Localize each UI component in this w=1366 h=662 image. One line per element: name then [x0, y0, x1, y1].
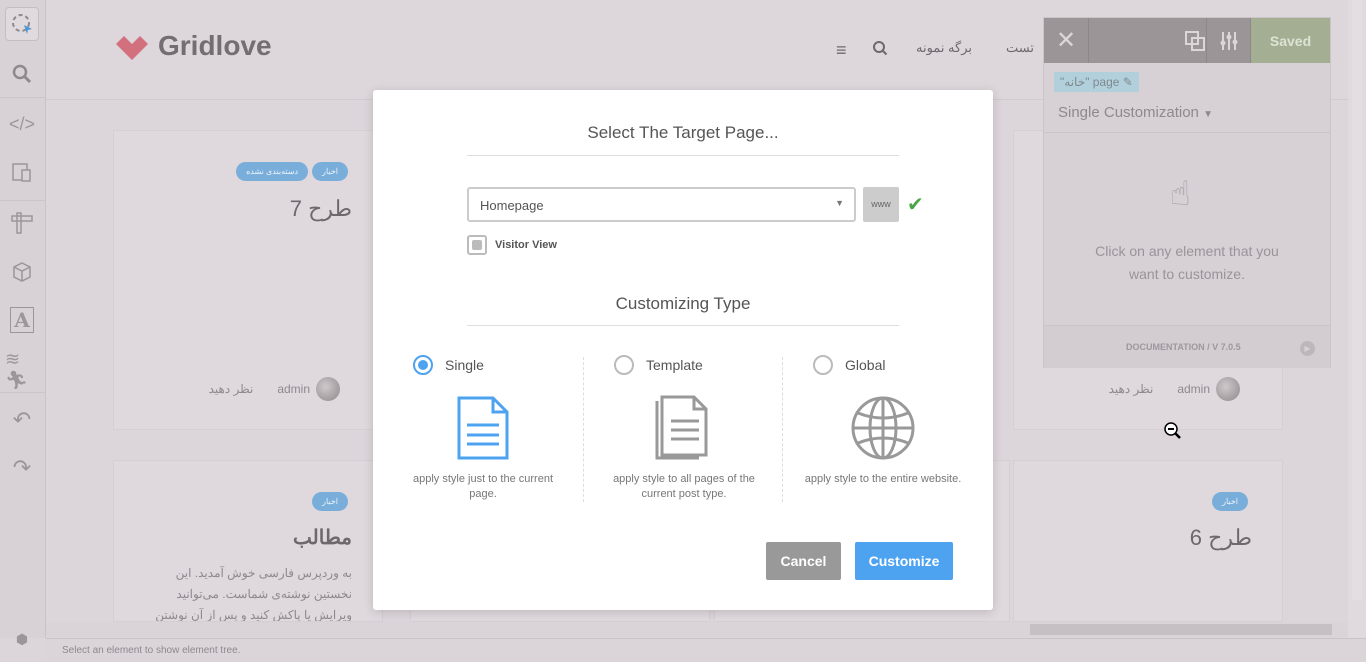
close-icon[interactable]: ✕: [1044, 18, 1089, 63]
tag[interactable]: اخبار: [312, 492, 348, 511]
tag[interactable]: دسته‌بندی نشده: [236, 162, 309, 181]
code-icon[interactable]: </>: [5, 107, 39, 141]
saved-button[interactable]: Saved: [1251, 18, 1330, 63]
tag-list: اخبار: [308, 491, 348, 511]
box-icon[interactable]: [5, 255, 39, 289]
tag[interactable]: اخبار: [312, 162, 348, 181]
page-select-value: Homepage: [480, 198, 544, 213]
page-badge[interactable]: "خانه" page ✎: [1054, 72, 1139, 92]
visitor-view-checkbox[interactable]: [467, 235, 487, 255]
www-button[interactable]: www: [863, 187, 899, 222]
vertical-scrollbar[interactable]: [1348, 0, 1366, 638]
status-bar: Select an element to show element tree.: [46, 638, 1366, 662]
author-link[interactable]: admin: [277, 382, 310, 396]
panel-hint: Click on any element that you want to cu…: [1095, 243, 1279, 282]
target-page-dialog: Select The Target Page... Homepage ▼ www…: [373, 90, 993, 610]
post-title[interactable]: طرح 7: [290, 196, 352, 222]
option-desc: apply style to the entire website.: [804, 473, 962, 485]
caret-down-icon: ▼: [1203, 109, 1213, 120]
logo-text: Gridlove: [158, 30, 272, 61]
undo-icon[interactable]: ↶: [5, 403, 39, 437]
template-radio[interactable]: [614, 355, 634, 375]
page-badge-text: "خانه" page: [1060, 75, 1120, 89]
caret-down-icon: ▼: [835, 198, 844, 208]
nav-sample-page[interactable]: برگه نمونه: [916, 40, 972, 56]
avatar: [316, 377, 340, 401]
mode-dropdown[interactable]: Single Customization ▼: [1058, 104, 1213, 121]
check-icon: ✔: [907, 194, 924, 216]
ruler-icon[interactable]: [5, 206, 39, 240]
settings-sliders-icon[interactable]: [1206, 18, 1251, 63]
mode-label: Single Customization: [1058, 104, 1199, 121]
comment-link[interactable]: نظر دهید: [1109, 382, 1154, 396]
page-select[interactable]: Homepage ▼: [467, 187, 856, 222]
search-icon[interactable]: [5, 57, 39, 91]
avatar: [1216, 377, 1240, 401]
option-label: Global: [845, 357, 886, 373]
post-meta: نظر دهید admin: [1109, 377, 1240, 401]
author-link[interactable]: admin: [1177, 382, 1210, 396]
animation-icon[interactable]: ≋🏃︎: [5, 349, 39, 390]
play-icon[interactable]: ▶: [1300, 341, 1315, 356]
status-text: Select an element to show element tree.: [62, 645, 241, 656]
search-icon[interactable]: [872, 40, 888, 59]
menu-icon[interactable]: ≡: [836, 40, 847, 61]
post-card[interactable]: اخباردسته‌بندی نشده طرح 7 نظر دهید admin: [113, 130, 383, 430]
horizontal-scrollbar[interactable]: [46, 622, 1348, 637]
pencil-icon[interactable]: ✎: [1123, 75, 1133, 89]
select-element-icon[interactable]: [5, 7, 39, 41]
post-card[interactable]: اخبار طرح 6: [1013, 460, 1283, 622]
left-toolbar: </> A ≋🏃︎ ↶ ↷ ⬢: [0, 0, 46, 647]
pointer-hand-icon: ☝︎: [1170, 175, 1191, 213]
documentation-link[interactable]: DOCUMENTATION / V 7.0.5: [1126, 342, 1241, 352]
nav-test[interactable]: تست: [1006, 40, 1034, 56]
cancel-button[interactable]: Cancel: [766, 542, 841, 580]
option-label: Single: [445, 357, 484, 373]
hexagons-logo-icon: ⬢: [15, 630, 29, 647]
dialog-title: Select The Target Page...: [587, 123, 779, 142]
customizer-panel: ✕ Saved "خانه" page ✎ Single Customizati…: [1043, 17, 1331, 368]
tag[interactable]: اخبار: [1212, 492, 1248, 511]
global-radio[interactable]: [813, 355, 833, 375]
template-pages-icon: [655, 395, 708, 460]
tag-list: اخبار: [1208, 491, 1248, 511]
scrollbar-thumb[interactable]: [1352, 0, 1362, 600]
post-title[interactable]: طرح 6: [1190, 525, 1252, 551]
scrollbar-thumb[interactable]: [1030, 624, 1332, 635]
globe-icon: [851, 396, 915, 460]
typography-icon[interactable]: A: [5, 303, 39, 337]
post-meta: نظر دهید admin: [209, 377, 340, 401]
customize-button[interactable]: Customize: [855, 542, 953, 580]
redo-icon[interactable]: ↷: [5, 451, 39, 485]
site-logo[interactable]: Gridlove: [114, 30, 272, 62]
post-excerpt: به وردپرس فارسی خوش آمدید. این نخستین نو…: [155, 566, 352, 622]
visitor-view-label[interactable]: Visitor View: [495, 239, 557, 251]
option-desc: apply style just to the current page.: [412, 473, 553, 500]
tag-list: اخباردسته‌بندی نشده: [232, 161, 348, 181]
layers-icon[interactable]: [1089, 18, 1206, 63]
single-radio[interactable]: [413, 355, 433, 375]
responsive-icon[interactable]: [5, 155, 39, 189]
single-page-icon: [457, 396, 509, 460]
post-title[interactable]: مطالب: [293, 525, 352, 550]
zoom-out-cursor-icon: [1163, 421, 1183, 446]
heart-logo-icon: [116, 36, 148, 60]
comment-link[interactable]: نظر دهید: [209, 382, 254, 396]
post-card[interactable]: اخبار مطالب به وردپرس فارسی خوش آمدید. ا…: [113, 460, 383, 622]
option-desc: apply style to all pages of the current …: [613, 473, 755, 500]
customizing-type-title: Customizing Type: [615, 294, 751, 313]
option-label: Template: [646, 357, 703, 373]
